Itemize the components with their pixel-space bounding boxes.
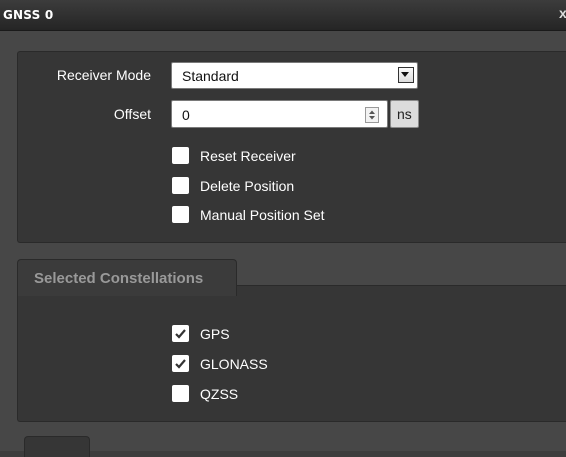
- window-title: GNSS 0: [3, 8, 54, 22]
- reset-receiver-checkbox[interactable]: [172, 147, 189, 164]
- bottom-tab[interactable]: [24, 436, 90, 457]
- manual-position-set-checkbox[interactable]: [172, 206, 189, 223]
- reset-receiver-label: Reset Receiver: [200, 148, 296, 164]
- offset-label: Offset: [113, 106, 151, 122]
- spinner-arrows-icon[interactable]: [365, 107, 379, 123]
- receiver-settings-panel: Receiver Mode Standard Offset 0 ns Reset…: [17, 51, 566, 243]
- tab-selected-constellations-label: Selected Constellations: [34, 270, 204, 287]
- chevron-down-icon[interactable]: [398, 67, 414, 83]
- close-icon[interactable]: x: [559, 5, 566, 21]
- qzss-checkbox[interactable]: [172, 385, 189, 402]
- delete-position-label: Delete Position: [200, 178, 295, 194]
- window-titlebar: GNSS 0 x: [0, 0, 566, 31]
- glonass-checkbox[interactable]: [172, 355, 189, 372]
- window-content: Receiver Mode Standard Offset 0 ns Reset…: [0, 31, 566, 457]
- tab-selected-constellations[interactable]: Selected Constellations: [17, 259, 237, 296]
- gps-label: GPS: [200, 326, 230, 342]
- manual-position-set-label: Manual Position Set: [200, 207, 325, 223]
- offset-value: 0: [182, 107, 190, 123]
- constellations-panel: GPS GLONASS QZSS: [17, 285, 566, 422]
- qzss-label: QZSS: [200, 386, 239, 402]
- receiver-mode-select[interactable]: Standard: [171, 62, 418, 89]
- checkmark-icon: [175, 359, 186, 369]
- receiver-mode-value: Standard: [182, 68, 239, 84]
- offset-input[interactable]: 0: [171, 100, 388, 128]
- checkmark-icon: [175, 329, 186, 339]
- glonass-label: GLONASS: [200, 356, 268, 372]
- gps-checkbox[interactable]: [172, 325, 189, 342]
- offset-unit-badge: ns: [390, 100, 419, 128]
- offset-unit: ns: [397, 106, 412, 122]
- receiver-mode-label: Receiver Mode: [56, 67, 151, 83]
- delete-position-checkbox[interactable]: [172, 177, 189, 194]
